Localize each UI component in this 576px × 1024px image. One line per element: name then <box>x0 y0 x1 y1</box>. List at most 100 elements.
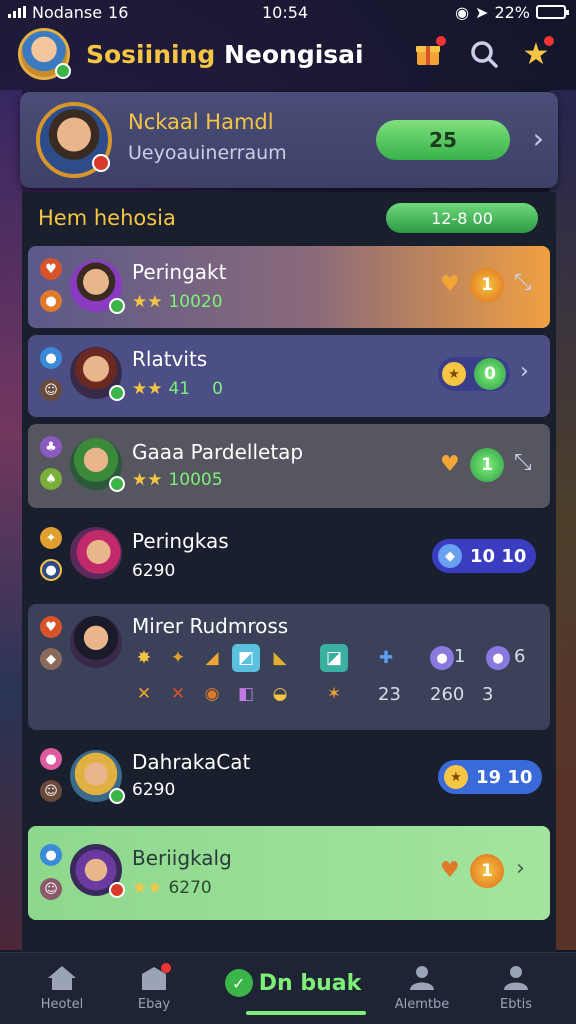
star-icon: ★★ <box>132 379 163 399</box>
list-item[interactable]: ● ☺ Rlatvits ★★ 41 0 ★ 0 › <box>28 335 550 417</box>
item-icon[interactable]: ◒ <box>266 680 294 708</box>
signal-icon <box>8 6 26 18</box>
star-icon: ★ <box>444 765 468 789</box>
section-pill[interactable]: 12-8 00 <box>386 203 538 233</box>
mini-avatar-icon: ☺ <box>40 780 62 802</box>
nav-home[interactable]: Heotel <box>22 963 102 1012</box>
player-score: 6270 <box>168 878 212 898</box>
score-value: 10 10 <box>470 545 527 567</box>
nav-members[interactable]: Alemtbe <box>382 963 462 1012</box>
player-name: Peringkas <box>132 529 229 553</box>
app-title: Sosiining Neongisai <box>86 40 364 69</box>
action-pill[interactable]: ★ 0 <box>438 357 510 391</box>
item-icon[interactable]: ◢ <box>198 644 226 672</box>
search-icon <box>471 41 498 68</box>
carrier-label: Nodanse <box>32 2 103 22</box>
player-avatar <box>70 750 125 804</box>
player-score: 10020 <box>168 292 223 312</box>
chevron-right-icon[interactable]: › <box>520 359 529 384</box>
token-icon: ● <box>40 290 62 312</box>
profile-name: Nckaal Hamdl <box>128 110 274 134</box>
list-item[interactable]: ♣ ♠ Gaaa Pardelletap ★★ 10005 ♥ 1 ⤡ <box>28 424 550 508</box>
item-icon[interactable]: ◉ <box>198 680 226 708</box>
nav-extra-label: Ebtis <box>500 997 532 1012</box>
gem-icon: ◆ <box>438 544 462 568</box>
player-score: 41 <box>168 379 191 399</box>
bottom-nav: Heotel Ebay ✓ Dn buak Alemtbe Ebtis <box>0 952 576 1024</box>
action-button[interactable]: 0 <box>474 358 506 390</box>
star-button[interactable]: ★ <box>518 36 554 72</box>
player-name: Rlatvits <box>132 347 208 371</box>
like-icon[interactable]: ♥ <box>440 858 460 883</box>
player-score: 6290 <box>132 561 176 581</box>
status-bar: Nodanse 16 10:54 ◉ ➤ 22% <box>0 0 576 24</box>
player-name: Mirer Rudmross <box>132 614 289 638</box>
check-icon: ✓ <box>224 969 253 997</box>
battery-percent: 22% <box>494 2 530 22</box>
item-icon[interactable]: ✕ <box>164 680 192 708</box>
list-item[interactable]: ● ☺ DahrakaCat 6290 ★ 19 10 <box>28 738 550 818</box>
star-icon: ★★ <box>132 292 163 312</box>
list-item[interactable]: ♥ ● Peringakt ★★ 10020 ♥ 1 ⤡ <box>28 246 550 328</box>
nav-center-tab[interactable]: ✓ Dn buak <box>218 963 368 1015</box>
gift-badge <box>436 36 446 46</box>
item-count: 260 <box>430 684 465 705</box>
item-icon[interactable]: ◪ <box>320 644 348 672</box>
item-icon[interactable]: ✕ <box>130 680 158 708</box>
battery-icon <box>536 5 569 19</box>
profile-icon <box>504 966 528 990</box>
user-avatar[interactable] <box>18 28 71 80</box>
item-icon[interactable]: ◩ <box>232 644 260 672</box>
user-icon <box>410 966 434 990</box>
list-item[interactable]: ● ☺ Beriigkalg ★★ 6270 ♥ 1 › <box>28 826 550 920</box>
action-button[interactable]: 1 <box>470 448 504 482</box>
home-icon <box>48 966 76 990</box>
item-icon[interactable]: ◧ <box>232 680 260 708</box>
item-count: 23 <box>378 684 401 705</box>
gift-button[interactable] <box>410 36 446 72</box>
player-avatar <box>70 347 125 401</box>
score-pill[interactable]: ★ 19 10 <box>438 760 543 794</box>
online-dot <box>109 298 125 314</box>
list-item[interactable]: ✦ ● Peringkas 6290 ◆ 10 10 <box>28 515 550 597</box>
potion-icon: ♣ <box>40 436 62 458</box>
chevron-right-icon[interactable]: › <box>533 122 544 155</box>
item-icon[interactable]: ✶ <box>320 680 348 708</box>
orb-count: 6 <box>514 646 526 667</box>
nav-extra[interactable]: Ebtis <box>476 963 556 1012</box>
heart-icon: ♥ <box>40 258 62 280</box>
list-item[interactable]: ♥ ◆ Mirer Rudmross ✸ ✦ ◢ ◩ ◣ ◪ ✚ ● 1 ● 6… <box>28 604 550 730</box>
search-button[interactable] <box>466 36 502 72</box>
score-pill[interactable]: ◆ 10 10 <box>432 539 537 573</box>
orb-icon: ● <box>40 844 62 866</box>
player-avatar <box>70 527 122 579</box>
expand-icon[interactable]: ⤡ <box>514 450 532 475</box>
star-badge <box>544 36 554 46</box>
item-icon[interactable]: ✚ <box>372 644 400 672</box>
nav-shop[interactable]: Ebay <box>114 963 194 1012</box>
item-icon[interactable]: ◣ <box>266 644 294 672</box>
like-icon[interactable]: ♥ <box>440 272 460 297</box>
inventory-row-top: ✸ ✦ ◢ ◩ ◣ <box>130 644 294 672</box>
nav-shop-label: Ebay <box>137 997 171 1012</box>
action-button[interactable]: 1 <box>470 854 504 888</box>
expand-icon[interactable]: ⤡ <box>514 270 532 295</box>
title-part-2: Neongisai <box>223 40 364 69</box>
item-icon[interactable]: ✦ <box>164 644 192 672</box>
orb-icon: ● <box>430 646 454 670</box>
like-icon[interactable]: ♥ <box>440 452 460 477</box>
online-dot <box>109 788 125 804</box>
chevron-right-icon[interactable]: › <box>516 856 525 881</box>
player-avatar <box>70 844 125 898</box>
shield-icon: ◆ <box>40 648 62 670</box>
item-icon[interactable]: ✸ <box>130 644 158 672</box>
score-value: 19 10 <box>476 766 533 788</box>
status-time: 10:54 <box>262 2 309 22</box>
action-button[interactable]: 1 <box>470 268 504 302</box>
nav-center-label: Dn buak <box>258 970 362 996</box>
title-part-1: Sosiining <box>86 40 216 69</box>
player-name: Gaaa Pardelletap <box>132 440 304 464</box>
leaf-icon: ♠ <box>40 468 62 490</box>
profile-card[interactable]: Nckaal Hamdl Ueyoauinerraum 25 › <box>20 92 558 188</box>
profile-score-pill[interactable]: 25 <box>376 120 510 160</box>
